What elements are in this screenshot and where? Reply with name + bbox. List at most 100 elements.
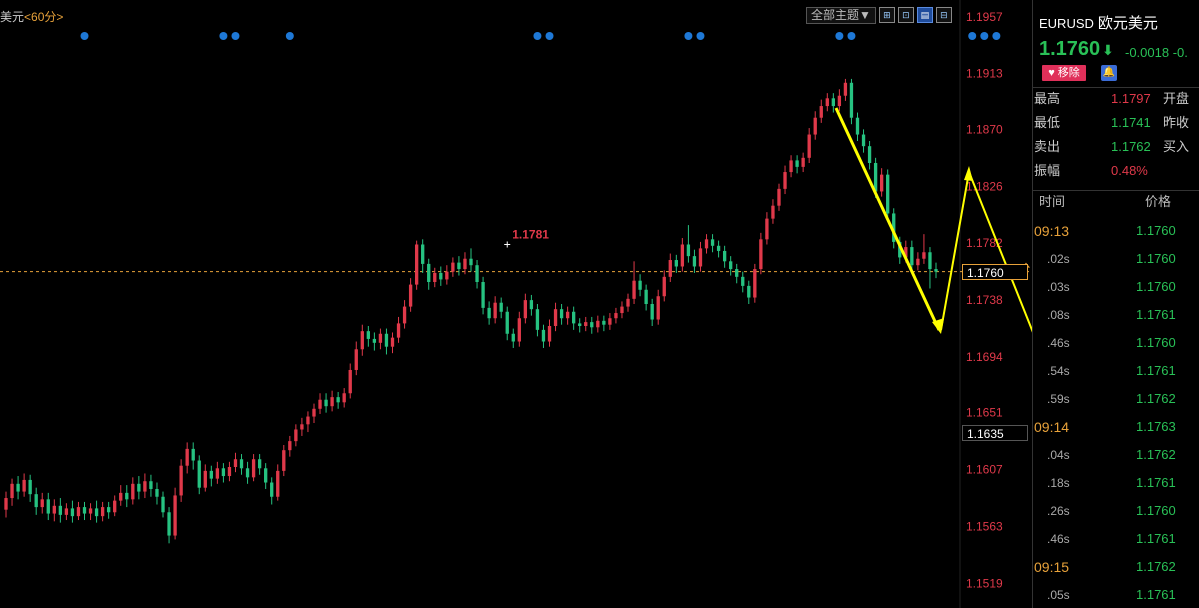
candle-body bbox=[94, 508, 99, 517]
remove-label: 移除 bbox=[1057, 67, 1080, 79]
quote-label: 卖出 bbox=[1034, 139, 1061, 154]
candle-body bbox=[716, 245, 721, 251]
tick-row[interactable]: .04s 1.1762 bbox=[1033, 441, 1199, 469]
last-price-value: 1.1760 bbox=[1039, 38, 1101, 60]
remove-watchlist-button[interactable]: ♥ 移除 bbox=[1042, 65, 1086, 81]
quote-row: 最低 1.1741 昨收 bbox=[1033, 112, 1199, 134]
tick-row[interactable]: 09:13 1.1760 bbox=[1033, 217, 1199, 245]
candle-body bbox=[873, 162, 878, 192]
chart-toolbar: 全部主题▼ ⊞ ⊡ ▤ ⊟ bbox=[806, 7, 952, 24]
signal-dot-icon bbox=[835, 32, 844, 40]
y-tick-label: 1.1826 bbox=[966, 179, 1003, 193]
candle-body bbox=[463, 258, 467, 270]
tick-row[interactable]: .03s 1.1760 bbox=[1033, 273, 1199, 301]
candle-body bbox=[342, 393, 346, 403]
tick-time: 09:14 bbox=[1034, 419, 1070, 435]
tick-row[interactable]: 09:14 1.1763 bbox=[1033, 413, 1199, 441]
tick-row[interactable]: .26s 1.1760 bbox=[1033, 497, 1199, 525]
candle-body bbox=[602, 320, 606, 325]
candle-body bbox=[698, 248, 703, 267]
candle-body bbox=[402, 306, 407, 324]
candle-body bbox=[451, 262, 455, 272]
candlestick-chart[interactable]: 1.19571.19131.18701.18261.17821.17381.16… bbox=[0, 0, 1032, 608]
bell-icon[interactable]: 🔔 bbox=[1101, 65, 1117, 81]
candle-body bbox=[10, 483, 14, 499]
candle-body bbox=[173, 495, 177, 536]
y-tick-label: 1.1957 bbox=[966, 10, 1003, 24]
candle-body bbox=[300, 424, 304, 430]
tick-row[interactable]: .08s 1.1761 bbox=[1033, 301, 1199, 329]
forecast-arrow-line bbox=[940, 171, 970, 331]
candle-body bbox=[759, 239, 763, 270]
candle-body bbox=[348, 369, 352, 394]
candle-body bbox=[765, 218, 769, 240]
candle-body bbox=[493, 302, 497, 319]
candle-body bbox=[76, 507, 81, 517]
symbol-code: EURUSD bbox=[1039, 16, 1094, 31]
candle-body bbox=[239, 459, 244, 469]
tick-price: 1.1760 bbox=[1136, 335, 1176, 350]
candle-body bbox=[421, 244, 425, 264]
candle-body bbox=[131, 483, 135, 500]
candle-body bbox=[547, 325, 552, 342]
quote-label-secondary: 开盘 bbox=[1163, 91, 1190, 106]
crosshair-marker-icon bbox=[504, 241, 511, 248]
candle-body bbox=[167, 512, 171, 536]
candle-body bbox=[668, 260, 672, 277]
candle-body bbox=[801, 157, 805, 167]
tick-row[interactable]: 09:15 1.1762 bbox=[1033, 553, 1199, 581]
tick-time: .54s bbox=[1047, 364, 1070, 378]
tick-row[interactable]: .46s 1.1760 bbox=[1033, 329, 1199, 357]
candle-body bbox=[680, 244, 685, 267]
tick-time: .59s bbox=[1047, 392, 1070, 406]
theme-dropdown[interactable]: 全部主题▼ bbox=[806, 7, 876, 24]
candle-body bbox=[789, 160, 793, 173]
tick-row[interactable]: .02s 1.1760 bbox=[1033, 245, 1199, 273]
layout-bars-icon[interactable]: ▤ bbox=[916, 7, 933, 23]
candle-body bbox=[541, 329, 546, 342]
candle-body bbox=[650, 304, 654, 320]
tick-price: 1.1760 bbox=[1136, 503, 1176, 518]
signal-dot-icon bbox=[219, 32, 228, 40]
candle-body bbox=[233, 459, 238, 467]
tick-row[interactable]: .18s 1.1761 bbox=[1033, 469, 1199, 497]
chart-area[interactable]: 1.1957 1.1913 1.1870 1.1826 1.1782 1.1738 1.16… bbox=[0, 0, 1032, 608]
layout-single-icon[interactable]: ⊡ bbox=[897, 7, 914, 23]
cursor-price-box: 1.1635 bbox=[962, 425, 1028, 442]
candle-body bbox=[469, 258, 473, 266]
layout-grid-icon[interactable]: ⊞ bbox=[878, 7, 895, 23]
candle-body bbox=[523, 300, 528, 319]
tick-row[interactable]: .05s 1.1761 bbox=[1033, 581, 1199, 608]
tick-time: .26s bbox=[1047, 504, 1070, 518]
candle-body bbox=[445, 271, 449, 280]
candle-body bbox=[288, 441, 292, 451]
candle-body bbox=[203, 470, 207, 488]
candle-body bbox=[294, 429, 298, 442]
candle-body bbox=[674, 260, 678, 267]
candle-body bbox=[590, 322, 594, 328]
tick-row[interactable]: .54s 1.1761 bbox=[1033, 357, 1199, 385]
candle-body bbox=[324, 399, 328, 407]
candle-body bbox=[414, 244, 419, 285]
layout-split-icon[interactable]: ⊟ bbox=[935, 7, 952, 23]
candle-body bbox=[107, 507, 111, 513]
period-selector[interactable]: <60分> bbox=[24, 10, 63, 24]
tick-row[interactable]: .46s 1.1761 bbox=[1033, 525, 1199, 553]
tick-price: 1.1761 bbox=[1136, 363, 1176, 378]
candle-body bbox=[179, 465, 183, 496]
candle-body bbox=[771, 205, 775, 219]
candle-body bbox=[306, 416, 310, 425]
tick-price: 1.1762 bbox=[1136, 559, 1176, 574]
candle-body bbox=[783, 172, 787, 189]
signal-dot-icon bbox=[684, 32, 693, 40]
signal-dot-icon bbox=[285, 32, 294, 40]
y-tick-label: 1.1563 bbox=[966, 520, 1003, 534]
candle-body bbox=[620, 306, 624, 314]
quote-row: 振幅 0.48% bbox=[1033, 160, 1199, 182]
price-change: -0.0018 -0. bbox=[1125, 45, 1188, 60]
candle-body bbox=[741, 276, 745, 286]
signal-dot-icon bbox=[992, 32, 1001, 40]
candle-body bbox=[729, 261, 733, 270]
tick-row[interactable]: .59s 1.1762 bbox=[1033, 385, 1199, 413]
signal-dot-icon bbox=[533, 32, 542, 40]
